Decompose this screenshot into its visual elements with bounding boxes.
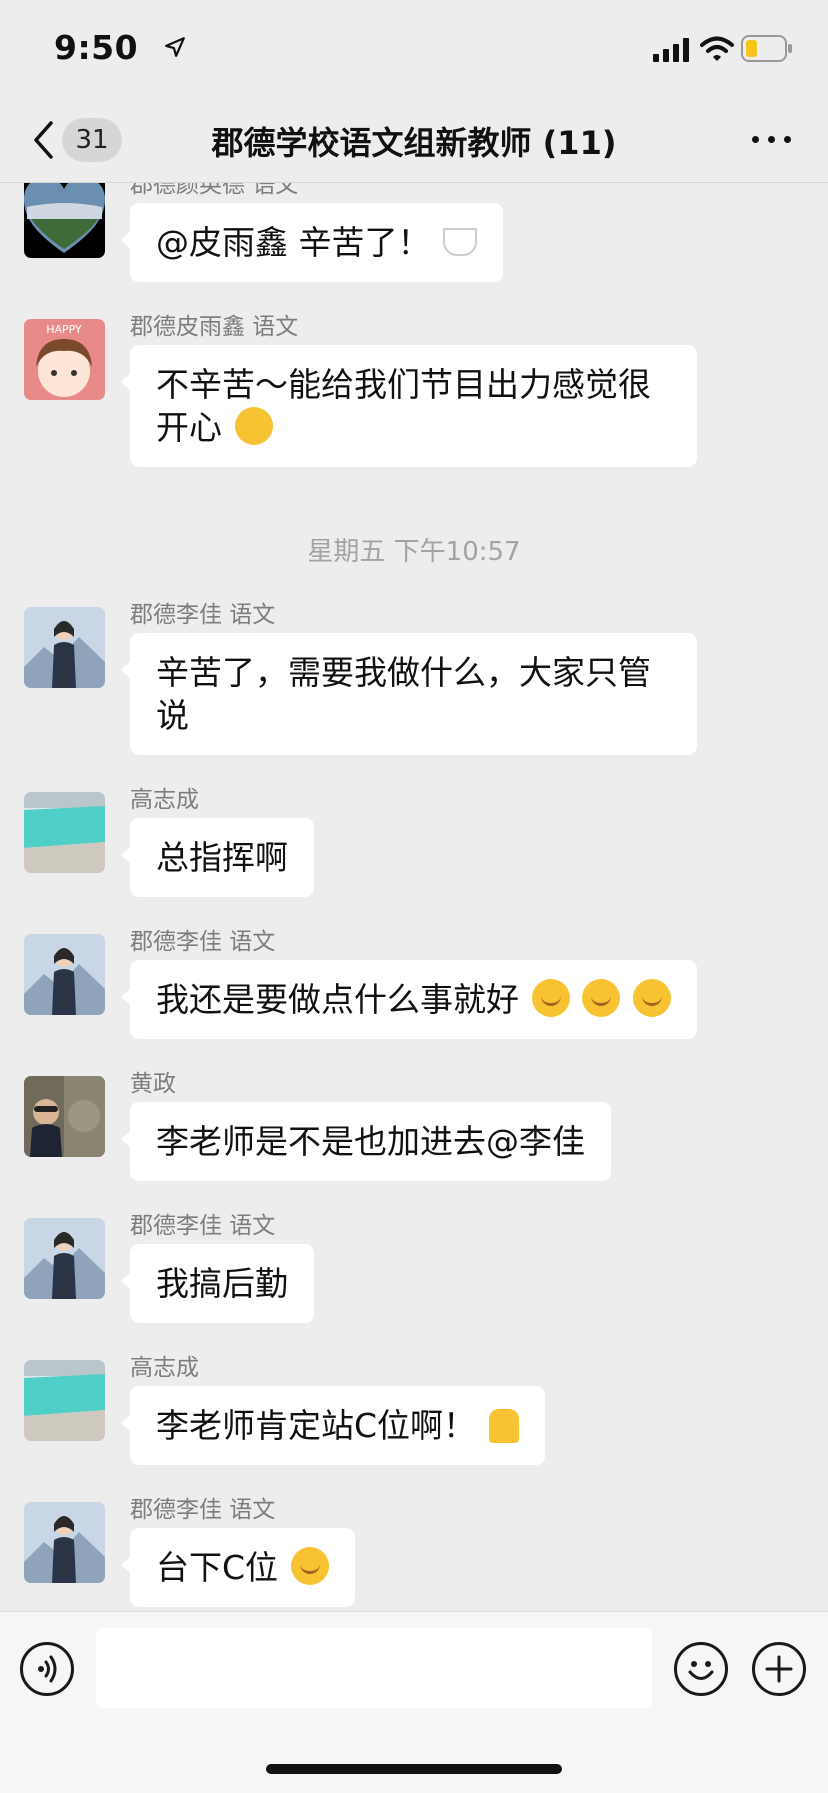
lake-landscape-avatar[interactable]: [24, 792, 105, 873]
location-arrow-icon: [165, 37, 185, 57]
message-bubble[interactable]: 我搞后勤: [121, 1244, 314, 1323]
wifi-icon: [700, 36, 734, 61]
more-functions-button[interactable]: [752, 1642, 806, 1696]
more-dot-icon: [752, 136, 759, 143]
message-text: 李老师是不是也加进去@李佳: [156, 1122, 585, 1161]
unread-count-badge: 31: [62, 118, 122, 162]
happy-girl-avatar[interactable]: HAPPY: [24, 319, 105, 400]
plus-icon: [765, 1655, 793, 1683]
message-bubble[interactable]: 总指挥啊: [121, 818, 314, 897]
voice-input-button[interactable]: [20, 1642, 74, 1696]
message-bubble[interactable]: 我还是要做点什么事就好: [121, 960, 697, 1039]
home-indicator[interactable]: [266, 1764, 562, 1774]
sender-name: 郡德李佳 语文: [130, 1213, 276, 1239]
more-dot-icon: [784, 136, 791, 143]
message-text: 李老师肯定站C位啊！: [156, 1406, 477, 1445]
voice-wave-icon: [38, 1655, 57, 1683]
status-time: 9:50: [54, 28, 139, 67]
time-divider: 星期五 下午10:57: [307, 537, 521, 567]
more-dot-icon: [768, 136, 775, 143]
sender-name: 郡德李佳 语文: [130, 602, 276, 628]
message-text: 不辛苦～能给我们节目出力感觉很开心: [156, 365, 651, 447]
sender-name: 郡德颜英德 语文: [130, 183, 299, 198]
more-options-button[interactable]: [748, 118, 796, 160]
sender-name: 郡德李佳 语文: [130, 1497, 276, 1523]
message-list[interactable]: 郡德颜英德 语文 @皮雨鑫 辛苦了！ HAPPY 郡德皮雨鑫 语文 不辛苦～能给…: [0, 183, 828, 1610]
message-text: 台下C位: [156, 1548, 279, 1587]
thinking-face-emoji-icon: [290, 1547, 329, 1585]
message-bubble[interactable]: 李老师肯定站C位啊！: [121, 1386, 545, 1465]
message-text: 总指挥啊: [156, 838, 288, 877]
teacher-woman-avatar[interactable]: [24, 607, 105, 688]
status-bar: 9:50: [0, 0, 828, 98]
message-input[interactable]: [96, 1628, 652, 1708]
party-face-emoji-icon: [234, 407, 273, 445]
nav-bar: 31 郡德学校语文组新教师 (11): [0, 98, 828, 183]
teacher-woman-avatar[interactable]: [24, 934, 105, 1015]
sender-name: 高志成: [130, 1355, 199, 1381]
teacher-woman-avatar[interactable]: [24, 1218, 105, 1299]
chat-title: 郡德学校语文组新教师 (11): [211, 124, 617, 162]
thinking-face-emoji-icon: [632, 979, 671, 1017]
thinking-face-emoji-icon: [582, 979, 620, 1017]
svg-text:HAPPY: HAPPY: [46, 323, 82, 336]
message-text: @皮雨鑫 辛苦了！: [156, 223, 431, 262]
sender-name: 郡德皮雨鑫 语文: [130, 314, 299, 340]
message-text: 辛苦了，需要我做什么，大家只管说: [156, 653, 651, 735]
message-text: 我搞后勤: [156, 1264, 288, 1303]
cellular-signal-icon: [653, 38, 689, 62]
thumbs-up-emoji-icon: [488, 1409, 519, 1443]
sender-name: 郡德李佳 语文: [130, 929, 276, 955]
chevron-left-icon: [34, 121, 53, 159]
message-bubble[interactable]: 不辛苦～能给我们节目出力感觉很开心: [121, 345, 697, 467]
emoji-button[interactable]: [674, 1642, 728, 1696]
message-bubble[interactable]: @皮雨鑫 辛苦了！: [121, 203, 503, 282]
message-text: 我还是要做点什么事就好: [156, 980, 519, 1019]
battery-icon: [741, 35, 792, 62]
sender-name: 高志成: [130, 787, 199, 813]
man-statue-avatar[interactable]: [24, 1076, 105, 1157]
smiley-face-icon: [688, 1661, 714, 1680]
message-bubble[interactable]: 李老师是不是也加进去@李佳: [121, 1102, 611, 1181]
coffee-emoji-icon: [443, 228, 477, 256]
message-bubble[interactable]: 辛苦了，需要我做什么，大家只管说: [121, 633, 697, 755]
sender-name: 黄政: [130, 1071, 176, 1097]
teacher-woman-avatar[interactable]: [24, 1502, 105, 1583]
back-button[interactable]: 31: [28, 116, 138, 164]
lake-landscape-avatar[interactable]: [24, 1360, 105, 1441]
heart-landscape-avatar[interactable]: [24, 183, 105, 258]
thinking-face-emoji-icon: [531, 979, 570, 1017]
message-bubble[interactable]: 台下C位: [121, 1528, 355, 1607]
